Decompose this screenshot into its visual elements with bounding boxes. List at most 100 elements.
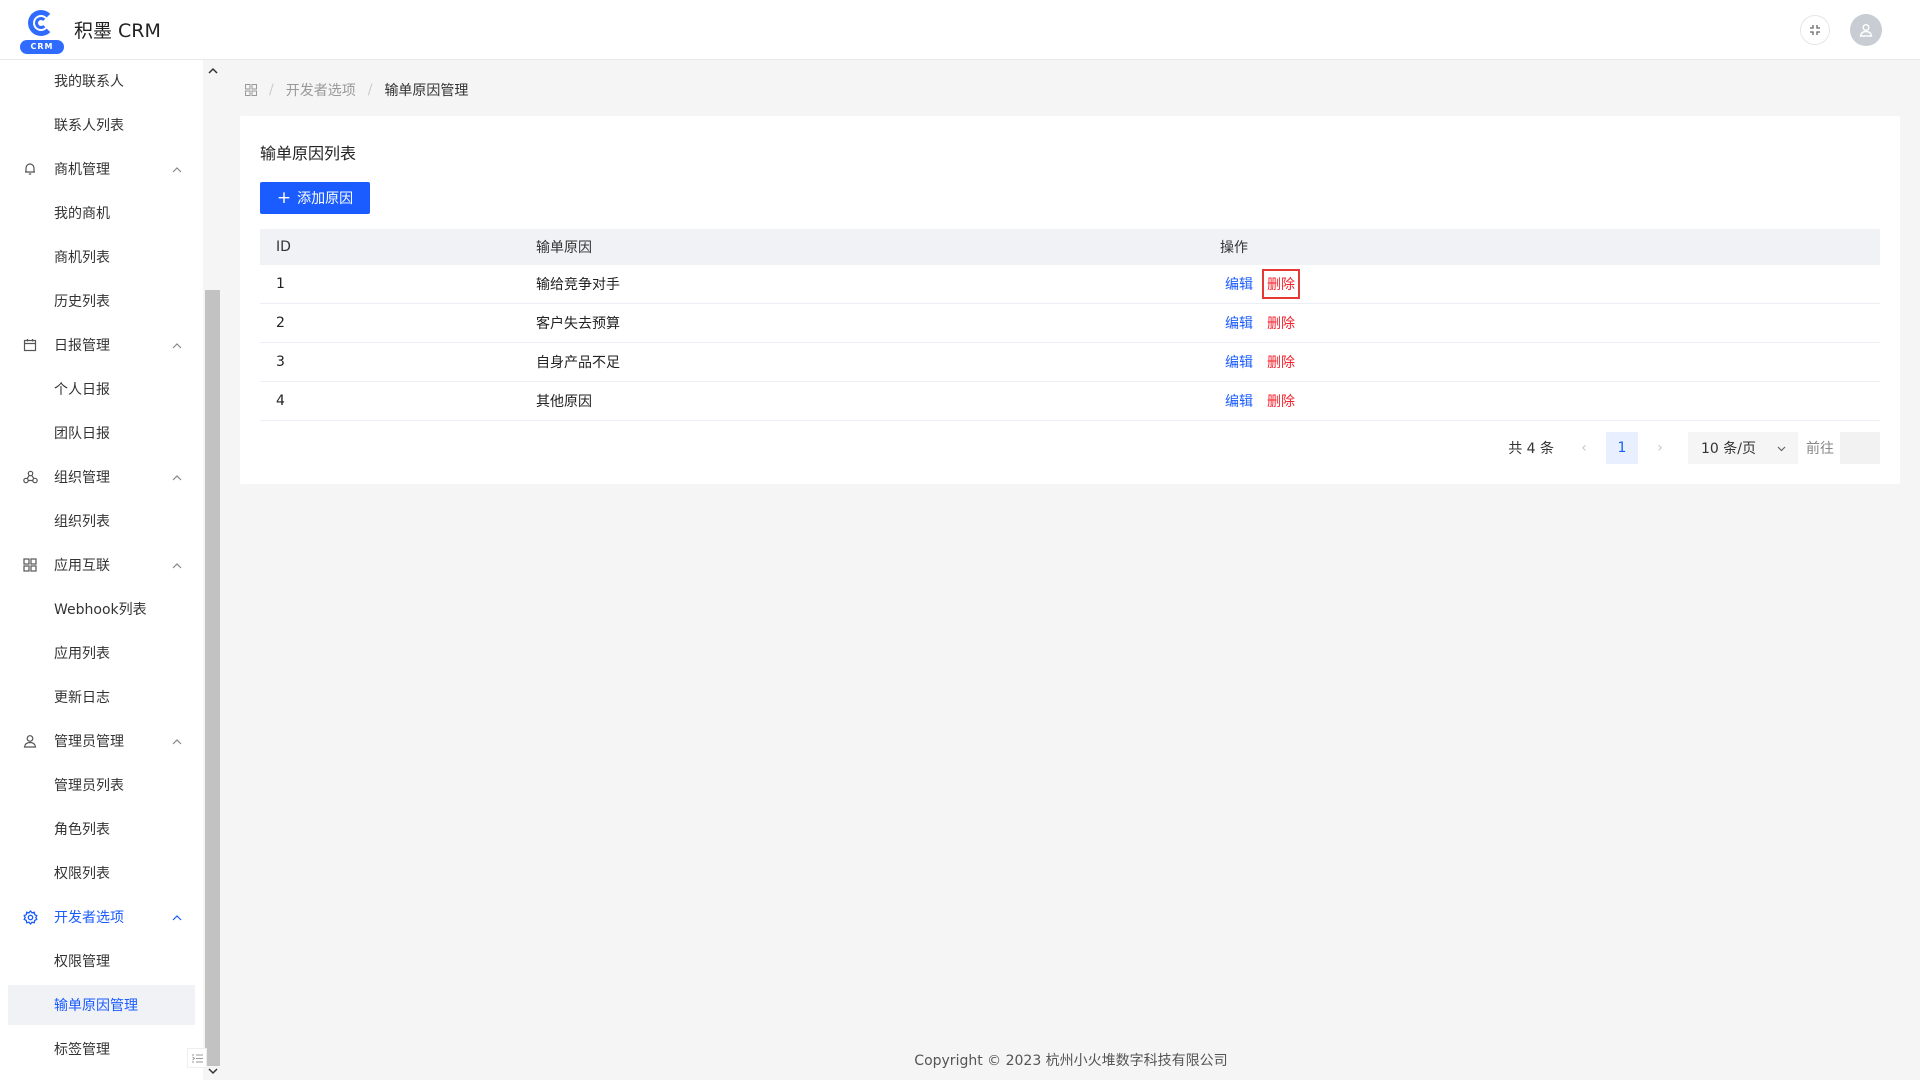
sidebar-item-label: 管理员管理 bbox=[54, 734, 124, 750]
sidebar-item-21[interactable]: 输单原因管理 bbox=[8, 985, 195, 1025]
sidebar-item-label: 组织管理 bbox=[54, 470, 110, 486]
sidebar-item-label: 权限管理 bbox=[54, 954, 110, 970]
cell-id: 4 bbox=[276, 393, 285, 409]
sidebar-item-1[interactable]: 联系人列表 bbox=[8, 105, 195, 145]
user-avatar[interactable] bbox=[1850, 13, 1882, 46]
chevron-up-icon bbox=[172, 337, 182, 353]
app-title: 积墨 CRM bbox=[74, 20, 161, 42]
goto-page-input[interactable] bbox=[1840, 432, 1880, 464]
breadcrumb-item-developer-options[interactable]: 开发者选项 bbox=[286, 80, 356, 100]
sidebar-item-22[interactable]: 标签管理 bbox=[8, 1029, 195, 1069]
sidebar-item-16[interactable]: 管理员列表 bbox=[8, 765, 195, 805]
sidebar-item-label: Webhook列表 bbox=[54, 602, 147, 618]
sidebar-item-label: 应用列表 bbox=[54, 646, 110, 662]
breadcrumb-separator: / bbox=[269, 82, 274, 98]
edit-link[interactable]: 编辑 bbox=[1225, 313, 1253, 333]
sidebar-item-label: 输单原因管理 bbox=[54, 998, 138, 1014]
sidebar-item-label: 管理员列表 bbox=[54, 778, 124, 794]
cell-id: 1 bbox=[276, 276, 285, 292]
add-reason-label: 添加原因 bbox=[297, 191, 354, 207]
delete-link[interactable]: 删除 bbox=[1262, 269, 1300, 299]
sidebar-group-19[interactable]: 开发者选项 bbox=[8, 897, 195, 937]
sidebar: 我的联系人联系人列表商机管理 我的商机商机列表历史列表日报管理个人日报团队日报组织… bbox=[0, 60, 222, 1080]
breadcrumb: / 开发者选项 / 输单原因管理 bbox=[245, 80, 468, 100]
chevron-up-icon bbox=[172, 909, 182, 925]
page-size-select[interactable]: 10 条/页 bbox=[1688, 432, 1798, 464]
plus-icon: + bbox=[276, 187, 292, 208]
sidebar-item-8[interactable]: 团队日报 bbox=[8, 413, 195, 453]
column-header-actions: 操作 bbox=[1220, 240, 1248, 256]
add-reason-button[interactable]: + 添加原因 bbox=[260, 182, 370, 214]
column-header-reason: 输单原因 bbox=[536, 240, 592, 256]
cell-id: 2 bbox=[276, 315, 285, 331]
column-header-id: ID bbox=[276, 239, 291, 255]
chevron-up-icon bbox=[172, 557, 182, 573]
sidebar-item-0[interactable]: 我的联系人 bbox=[8, 61, 195, 101]
cell-reason: 自身产品不足 bbox=[536, 355, 620, 371]
sidebar-group-15[interactable]: 管理员管理 bbox=[8, 721, 195, 761]
sidebar-item-13[interactable]: 应用列表 bbox=[8, 633, 195, 673]
bell-icon bbox=[21, 160, 39, 178]
sidebar-item-18[interactable]: 权限列表 bbox=[8, 853, 195, 893]
scroll-thumb[interactable] bbox=[205, 290, 220, 1066]
cell-actions: 编辑 删除 bbox=[1220, 269, 1880, 299]
sidebar-item-5[interactable]: 历史列表 bbox=[8, 281, 195, 321]
sidebar-group-9[interactable]: 组织管理 bbox=[8, 457, 195, 497]
sidebar-item-label: 角色列表 bbox=[54, 822, 110, 838]
sidebar-item-label: 我的联系人 bbox=[54, 74, 124, 90]
fullscreen-icon bbox=[1810, 24, 1820, 35]
sidebar-item-20[interactable]: 权限管理 bbox=[8, 941, 195, 981]
sidebar-item-label: 商机列表 bbox=[54, 250, 110, 266]
delete-link[interactable]: 删除 bbox=[1267, 313, 1295, 333]
sidebar-item-label: 组织列表 bbox=[54, 514, 110, 530]
sidebar-item-3[interactable]: 我的商机 bbox=[8, 193, 195, 233]
sidebar-item-label: 个人日报 bbox=[54, 382, 110, 398]
organization-icon bbox=[21, 468, 39, 486]
cell-reason: 输给竞争对手 bbox=[536, 277, 620, 293]
collapse-sidebar-button[interactable] bbox=[187, 1048, 207, 1068]
edit-link[interactable]: 编辑 bbox=[1225, 274, 1253, 294]
fullscreen-button[interactable] bbox=[1800, 14, 1830, 45]
page-number-current[interactable]: 1 bbox=[1606, 432, 1638, 464]
sidebar-item-14[interactable]: 更新日志 bbox=[8, 677, 195, 717]
sidebar-group-6[interactable]: 日报管理 bbox=[8, 325, 195, 365]
reason-list-card: 输单原因列表 + 添加原因 ID 输单原因 操作 1 输给竞争对手 编辑 删除 2 客户失… bbox=[240, 116, 1900, 484]
table-row: 4 其他原因 编辑 删除 bbox=[260, 382, 1880, 421]
cell-id: 3 bbox=[276, 354, 285, 370]
sidebar-item-label: 标签管理 bbox=[54, 1042, 110, 1058]
chevron-up-icon bbox=[172, 733, 182, 749]
table-row: 1 输给竞争对手 编辑 删除 bbox=[260, 265, 1880, 304]
sidebar-scrollbar[interactable] bbox=[203, 60, 222, 1080]
sidebar-group-11[interactable]: 应用互联 bbox=[8, 545, 195, 585]
crm-logo-icon: CRM bbox=[18, 6, 66, 54]
footer-copyright: Copyright © 2023 杭州小火堆数字科技有限公司 bbox=[914, 1053, 1228, 1069]
sidebar-item-17[interactable]: 角色列表 bbox=[8, 809, 195, 849]
sidebar-item-10[interactable]: 组织列表 bbox=[8, 501, 195, 541]
prev-page-icon[interactable]: ‹ bbox=[1570, 440, 1598, 456]
edit-link[interactable]: 编辑 bbox=[1225, 352, 1253, 372]
cell-reason: 其他原因 bbox=[536, 394, 592, 410]
sidebar-item-4[interactable]: 商机列表 bbox=[8, 237, 195, 277]
breadcrumb-separator: / bbox=[367, 82, 373, 98]
grid-home-icon[interactable] bbox=[245, 84, 257, 96]
sidebar-item-12[interactable]: Webhook列表 bbox=[8, 589, 195, 629]
delete-link[interactable]: 删除 bbox=[1267, 352, 1295, 372]
scroll-up-arrow-icon[interactable] bbox=[203, 62, 222, 78]
breadcrumb-current: 输单原因管理 bbox=[384, 83, 469, 99]
app-logo[interactable]: CRM 积墨 CRM bbox=[18, 6, 161, 54]
sidebar-group-2[interactable]: 商机管理 bbox=[8, 149, 195, 189]
delete-link[interactable]: 删除 bbox=[1267, 391, 1295, 411]
cell-actions: 编辑 删除 bbox=[1220, 352, 1880, 372]
cell-actions: 编辑 删除 bbox=[1220, 391, 1880, 411]
collapse-menu-icon bbox=[191, 1054, 203, 1062]
chevron-up-icon bbox=[172, 161, 182, 177]
sidebar-item-label: 日报管理 bbox=[54, 338, 110, 354]
sidebar-menu: 我的联系人联系人列表商机管理 我的商机商机列表历史列表日报管理个人日报团队日报组织… bbox=[0, 60, 203, 1080]
edit-link[interactable]: 编辑 bbox=[1225, 391, 1253, 411]
reason-table: ID 输单原因 操作 1 输给竞争对手 编辑 删除 2 客户失去预算 编辑 删除 3 自身产品不足… bbox=[260, 229, 1880, 421]
sidebar-item-label: 联系人列表 bbox=[54, 118, 124, 134]
sidebar-item-7[interactable]: 个人日报 bbox=[8, 369, 195, 409]
cell-reason: 客户失去预算 bbox=[536, 316, 620, 332]
next-page-icon[interactable]: › bbox=[1646, 440, 1674, 456]
gear-icon bbox=[21, 908, 39, 926]
